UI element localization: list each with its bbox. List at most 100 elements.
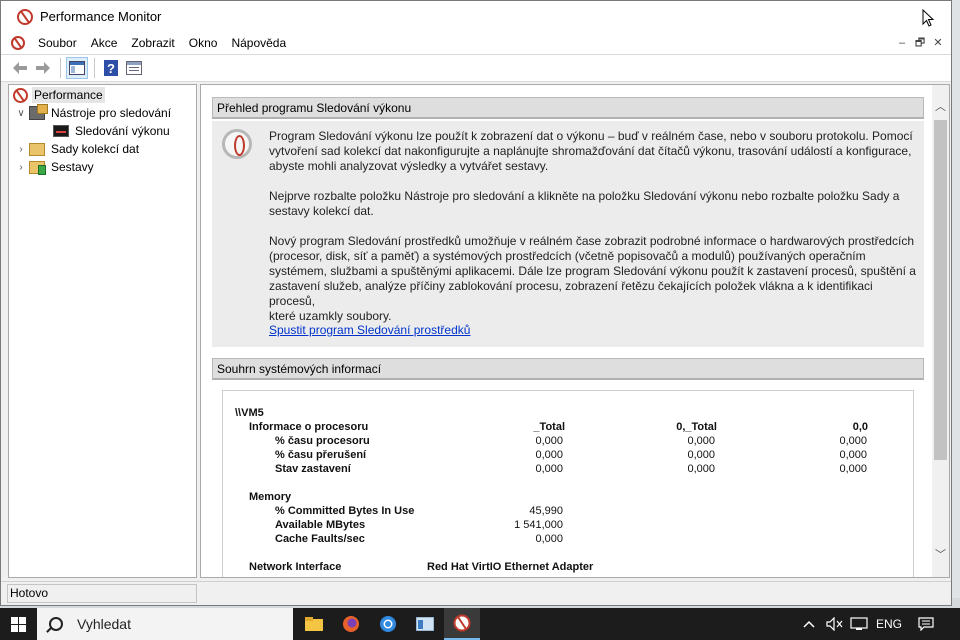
system-summary-header[interactable]: Souhrn systémových informací [212,358,924,380]
content-pane: Přehled programu Sledování výkonu Progra… [200,84,950,578]
counter-value: 1 541,000 [514,519,563,531]
counter-value: 0,000 [839,435,867,447]
counter-label: % Committed Bytes In Use [275,505,415,517]
vertical-scrollbar[interactable]: ︿ ﹀ [932,85,949,577]
document-menu-icon[interactable] [11,36,25,50]
mouse-cursor-icon [922,8,935,30]
console-tree: Performance ∨ Nástroje pro sledování Sle… [8,84,197,578]
counter-label: % času přerušení [275,449,367,461]
scroll-up-icon[interactable]: ︿ [932,99,949,116]
mdi-close-button[interactable]: ✕ [929,35,947,51]
menu-okno[interactable]: Okno [182,32,225,54]
network-button[interactable] [850,608,868,640]
forward-arrow-icon [36,62,50,74]
search-icon [49,617,63,631]
counter-value: 0,000 [687,449,715,461]
tree-item-monitoring-tools[interactable]: ∨ Nástroje pro sledování [15,104,173,122]
performance-monitor-large-icon [222,129,252,159]
tree-item-label: Performance [32,87,105,103]
cpu-section-title: Informace o procesoru [249,421,369,433]
taskbar-chrome[interactable] [370,608,406,640]
tree-item-data-collector-sets[interactable]: › Sady kolekcí dat [15,140,141,158]
status-text: Hotovo [7,584,197,603]
counter-label: Stav zastavení [275,463,351,475]
folder-icon [29,142,45,156]
menu-napoveda[interactable]: Nápověda [224,32,293,54]
taskbar-firefox[interactable] [333,608,369,640]
notification-icon [918,617,934,631]
taskbar-search[interactable]: Vyhledat [37,608,293,640]
forward-button[interactable] [32,57,54,79]
title-bar: Performance Monitor [1,1,951,32]
taskbar-performance-monitor[interactable] [444,608,480,640]
windows-logo-icon [10,616,26,632]
show-hide-console-tree-icon [69,61,85,75]
chrome-icon [380,616,396,632]
back-button[interactable] [9,57,31,79]
open-resource-monitor-link[interactable]: Spustit program Sledování prostředků [269,323,470,337]
taskbar-window-app[interactable] [407,608,443,640]
chevron-right-icon[interactable]: › [15,162,27,173]
file-explorer-icon [305,617,323,631]
text-line: abyste mohli analyzovat výsledky a vytvá… [269,159,549,173]
help-icon: ? [104,60,118,76]
scroll-down-icon[interactable]: ﹀ [932,547,949,564]
properties-icon [126,61,142,75]
menu-bar: Soubor Akce Zobrazit Okno Nápověda – 🗗 ✕ [1,32,951,54]
text-line: Program Sledování výkonu lze použít k zo… [269,129,913,143]
desktop-edge-right [952,0,960,608]
text-line: Nový program Sledování prostředků umožňu… [269,234,914,248]
scroll-thumb[interactable] [934,120,947,460]
tree-item-reports[interactable]: › Sestavy [15,158,96,176]
menu-soubor[interactable]: Soubor [31,32,84,54]
back-arrow-icon [13,62,27,74]
show-hidden-icons[interactable] [803,608,815,640]
help-button[interactable]: ? [100,57,122,79]
toolbar: ? [1,54,951,82]
performance-icon [13,87,28,103]
tree-item-performance[interactable]: Performance [13,86,105,104]
show-hide-console-tree-button[interactable] [66,57,88,79]
counter-value: 0,000 [535,435,563,447]
tree-item-performance-monitor[interactable]: Sledování výkonu [53,122,172,140]
counter-value: 0,000 [535,449,563,461]
counter-value: 0,000 [687,463,715,475]
counter-value: 0,000 [839,463,867,475]
text-line: sestavy kolekcí dat. [269,204,374,218]
overview-header[interactable]: Přehled programu Sledování výkonu [212,97,924,119]
menu-zobrazit[interactable]: Zobrazit [124,32,181,54]
text-line: vytvoření sad kolekcí dat nakonfigurujte… [269,144,912,158]
chevron-right-icon[interactable]: › [15,144,27,155]
status-bar: Hotovo [1,581,951,605]
taskbar-file-explorer[interactable] [296,608,332,640]
network-icon [850,617,868,630]
overview-paragraph-1: Program Sledování výkonu lze použít k zo… [269,129,919,174]
speaker-muted-icon [826,617,843,631]
text-line: které uzamkly soubory. [269,309,392,323]
reports-folder-icon [29,160,46,175]
performance-monitor-window: Performance Monitor Soubor Akce Zobrazit… [0,0,952,606]
chevron-up-icon [803,620,815,628]
column-header: _Total [533,421,565,433]
network-adapter-name: Red Hat VirtIO Ethernet Adapter [427,561,594,573]
tools-icon [29,104,48,120]
counter-value: 0,000 [687,435,715,447]
mdi-minimize-button[interactable]: – [893,35,911,51]
text-line: systémem, službami a spuštěnými aplikace… [269,264,916,278]
column-header: 0,_Total [676,421,717,433]
mdi-window-controls: – 🗗 ✕ [893,35,947,51]
mdi-restore-button[interactable]: 🗗 [911,35,929,51]
tree-item-label: Sady kolekcí dat [51,142,140,156]
toolbar-separator [60,58,61,78]
menu-akce[interactable]: Akce [84,32,125,54]
window-app-icon [416,617,434,631]
counter-value: 0,000 [535,533,563,545]
tree-item-label: Nástroje pro sledování [51,106,172,120]
start-button[interactable] [0,608,36,640]
input-language[interactable]: ENG [876,608,902,640]
volume-muted-button[interactable] [826,608,844,640]
action-center-button[interactable] [918,608,934,640]
counter-value: 0,000 [535,463,563,475]
chevron-down-icon[interactable]: ∨ [15,108,27,119]
properties-button[interactable] [123,57,145,79]
